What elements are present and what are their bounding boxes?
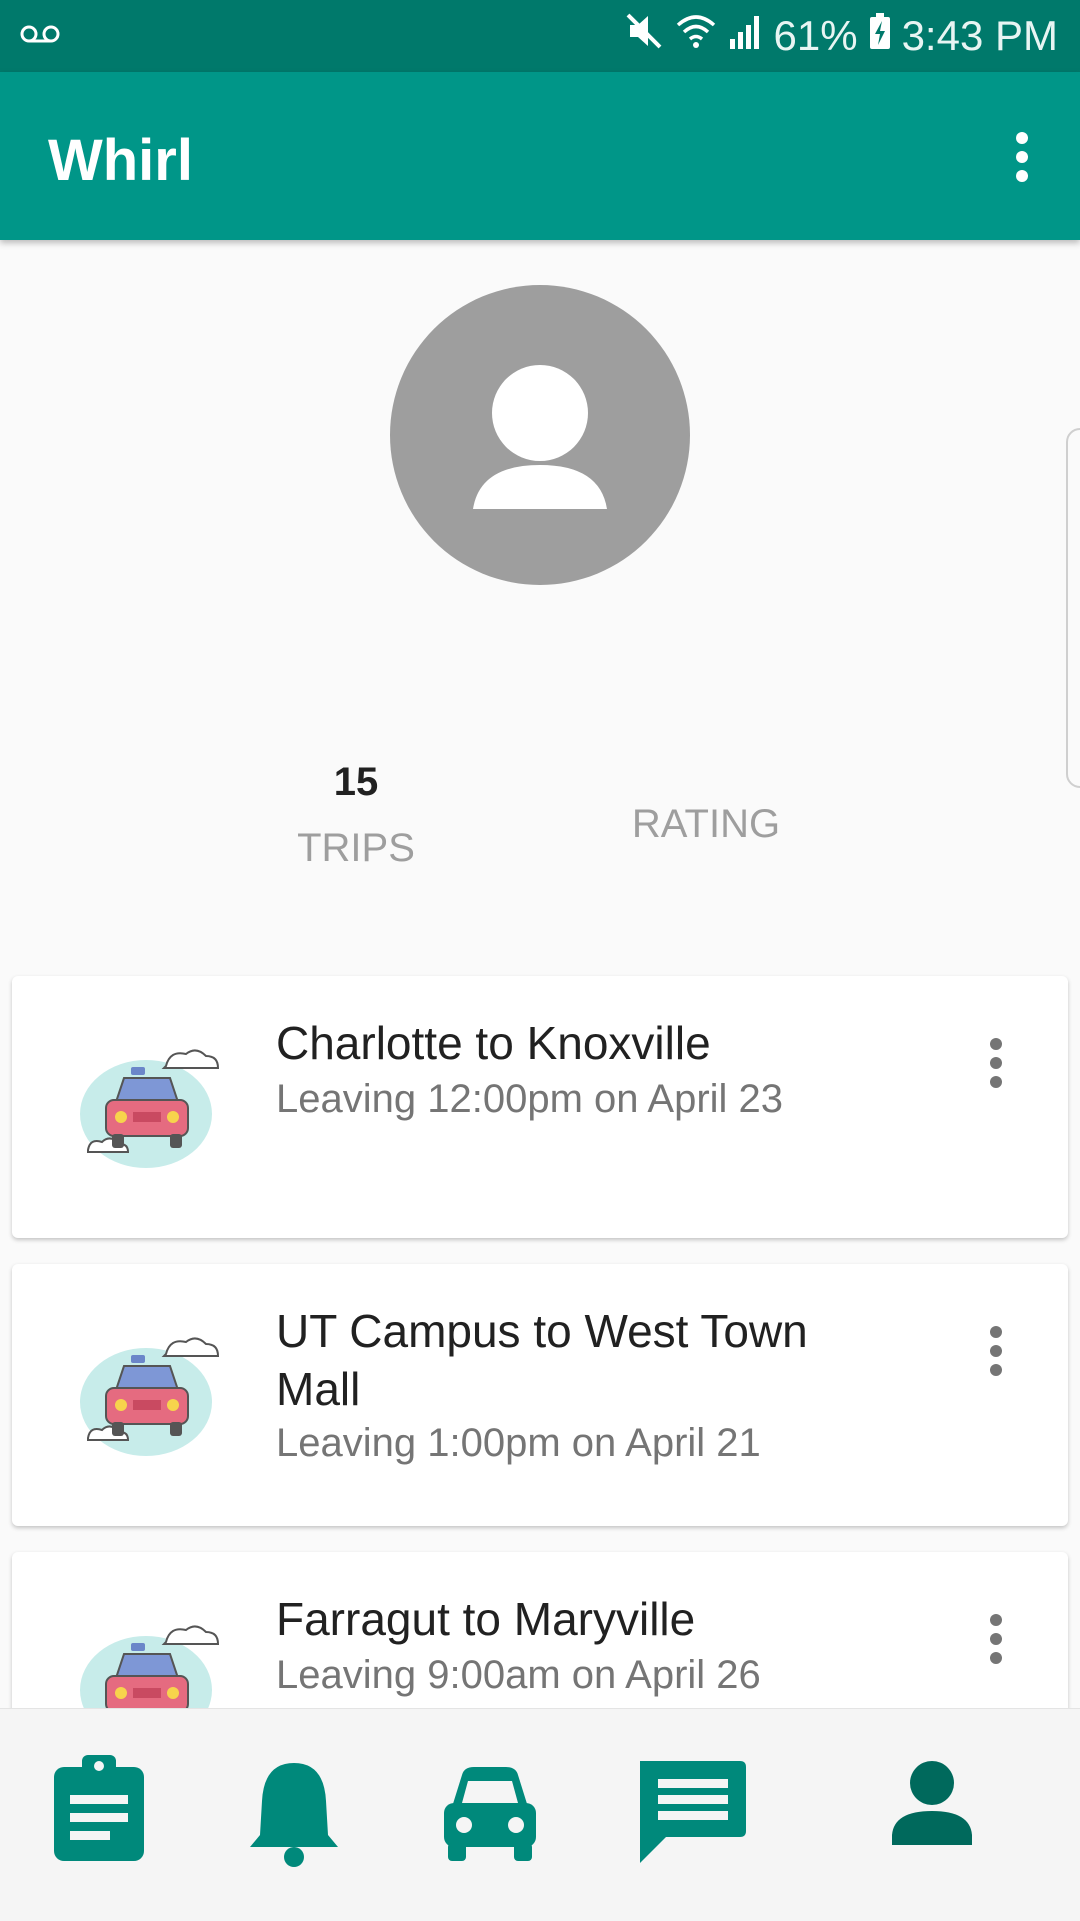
trip-subtitle: Leaving 9:00am on April 26 xyxy=(276,1653,761,1697)
car-icon xyxy=(444,1767,536,1861)
more-vert-icon[interactable] xyxy=(984,1612,1008,1671)
voicemail-icon xyxy=(20,22,60,51)
trip-card[interactable]: Farragut to Maryville Leaving 9:00am on … xyxy=(12,1552,1068,1708)
battery-charging-icon xyxy=(868,11,892,61)
chat-icon xyxy=(640,1761,746,1863)
more-vert-icon[interactable] xyxy=(984,1324,1008,1383)
trip-title: Charlotte to Knoxville xyxy=(276,1017,711,1069)
nav-item-trips[interactable] xyxy=(38,1749,158,1869)
side-panel-handle[interactable] xyxy=(1066,428,1080,788)
bell-icon xyxy=(250,1763,338,1867)
car-icon xyxy=(78,1042,228,1177)
trips-count: 15 xyxy=(333,760,379,804)
trip-card[interactable]: Charlotte to Knoxville Leaving 12:00pm o… xyxy=(12,976,1068,1238)
app-bar: Whirl xyxy=(0,72,1080,240)
status-bar: 61% 3:43 PM xyxy=(0,0,1080,72)
trips-label: TRIPS xyxy=(297,826,415,870)
wifi-icon xyxy=(674,11,718,61)
trip-title: Farragut to Maryville xyxy=(276,1593,696,1645)
more-vert-icon[interactable] xyxy=(1004,130,1040,189)
nav-item-messages[interactable] xyxy=(632,1749,752,1869)
nav-item-rides[interactable] xyxy=(430,1749,550,1869)
trip-subtitle: Leaving 12:00pm on April 23 xyxy=(276,1077,784,1121)
rating-label: RATING xyxy=(631,802,781,846)
trip-title: UT Campus to West Town Mall xyxy=(276,1305,808,1415)
trip-subtitle: Leaving 1:00pm on April 21 xyxy=(276,1421,761,1465)
clock: 3:43 PM xyxy=(901,12,1058,59)
clipboard-icon xyxy=(54,1755,144,1861)
trip-card[interactable]: UT Campus to West Town Mall Leaving 1:00… xyxy=(12,1264,1068,1526)
nav-item-notifications[interactable] xyxy=(234,1749,354,1869)
nav-item-profile[interactable] xyxy=(872,1749,992,1869)
trip-list[interactable]: Charlotte to Knoxville Leaving 12:00pm o… xyxy=(0,960,1080,1708)
mute-icon xyxy=(624,11,664,61)
avatar[interactable] xyxy=(390,285,690,585)
car-icon xyxy=(78,1618,228,1708)
app-title: Whirl xyxy=(48,128,193,193)
car-icon xyxy=(78,1330,228,1465)
battery-percent: 61% xyxy=(773,12,858,59)
person-icon xyxy=(473,365,607,509)
signal-icon xyxy=(728,11,764,61)
person-icon xyxy=(892,1761,972,1845)
bottom-navigation xyxy=(0,1708,1080,1921)
more-vert-icon[interactable] xyxy=(984,1036,1008,1095)
